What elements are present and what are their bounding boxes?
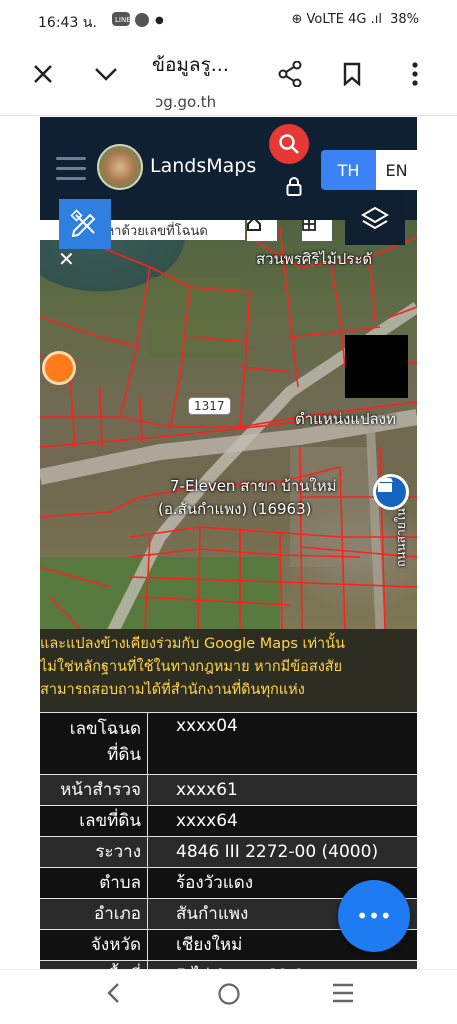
info-value: 4846 III 2272-00 (4000) bbox=[176, 842, 379, 862]
notice-line-2: ไม่ใช่หลักฐานที่ใช้ในทางกฎหมาย หากมีข้อส… bbox=[40, 659, 343, 675]
recents-icon bbox=[333, 983, 353, 1003]
map-grid-button[interactable] bbox=[302, 217, 332, 241]
kebab-menu-icon bbox=[412, 62, 418, 86]
status-bar: 16:43 น. LINE ● ⊕ VoLTE 4G .ıl 38% bbox=[0, 0, 457, 42]
layers-icon bbox=[361, 206, 389, 230]
map-label-position: ตำแหน่งแปลงท bbox=[295, 410, 396, 428]
status-time: 16:43 น. bbox=[38, 15, 97, 31]
map-label-711-line1: 7-Eleven สาขา บ้านใหม่ bbox=[170, 477, 337, 495]
info-key: อำเภอ bbox=[40, 899, 148, 929]
more-options-button[interactable] bbox=[399, 58, 431, 90]
map-label-park: สวนพรศิริไม้ประดั bbox=[256, 250, 373, 268]
expand-button[interactable] bbox=[90, 58, 122, 90]
page-title: ข้อมูลรู... bbox=[152, 54, 229, 76]
bookmark-button[interactable] bbox=[336, 58, 368, 90]
lang-th-button[interactable]: TH bbox=[321, 150, 376, 190]
lang-en-button[interactable]: EN bbox=[376, 150, 417, 190]
chevron-down-icon bbox=[95, 68, 117, 81]
redacted-area bbox=[345, 335, 408, 398]
line-app-icon: LINE bbox=[112, 12, 131, 29]
hamburger-menu-button[interactable] bbox=[56, 157, 86, 187]
shop-icon bbox=[377, 478, 393, 492]
map-label-711-line2: (อ.สันกำแพง) (16963) bbox=[158, 500, 312, 518]
browser-toolbar: ข้อมูลรู... ɔg.go.th bbox=[0, 42, 457, 116]
store-poi-marker[interactable] bbox=[373, 474, 409, 510]
info-row-area: เนื้อที่ 5 ไร่ 1 งาน 60.0 ตารางวา bbox=[40, 960, 417, 969]
messenger-icon bbox=[134, 12, 150, 31]
info-row-land-number: เลขที่ดิน xxxx64 bbox=[40, 805, 417, 836]
battery-level: 38% bbox=[390, 12, 419, 27]
notice-line-3: สามารถสอบถามได้ที่สำนักงานที่ดินทุกแห่ง bbox=[40, 682, 305, 698]
info-key: จังหวัด bbox=[40, 930, 148, 960]
nav-home-button[interactable] bbox=[217, 982, 241, 1012]
status-right: ⊕ VoLTE 4G .ıl 38% bbox=[292, 12, 419, 27]
search-button[interactable] bbox=[269, 124, 309, 164]
info-value: xxxx61 bbox=[176, 780, 238, 800]
brand-name: LandsMaps bbox=[150, 155, 257, 177]
notification-dot-icon: ● bbox=[155, 15, 164, 26]
signal-icons: ⊕ VoLTE 4G .ıl bbox=[291, 12, 382, 27]
home-circle-icon bbox=[218, 983, 240, 1005]
share-button[interactable] bbox=[274, 58, 306, 90]
info-key: เลขที่ดิน bbox=[40, 806, 148, 836]
language-switch: TH EN bbox=[321, 150, 417, 190]
info-value: เชียงใหม่ bbox=[176, 935, 243, 955]
draw-tool-button[interactable] bbox=[59, 199, 111, 249]
lock-button[interactable] bbox=[286, 177, 302, 201]
pencil-ruler-icon bbox=[70, 209, 96, 238]
map-home-button[interactable] bbox=[247, 217, 277, 241]
map-layers-button[interactable] bbox=[345, 193, 405, 245]
map-label-vertical: ถนนสายใน bbox=[394, 508, 408, 567]
info-row-map-sheet: ระวาง 4846 III 2272-00 (4000) bbox=[40, 836, 417, 867]
disclaimer-notice: และแปลงข้างเคียงร่วมกับ Google Maps เท่า… bbox=[40, 629, 417, 712]
info-value: xxxx64 bbox=[176, 811, 238, 831]
info-key: หน้าสำรวจ bbox=[40, 775, 148, 805]
site-logo bbox=[97, 144, 143, 190]
info-key-line1: เลขโฉนด bbox=[69, 719, 141, 739]
share-icon bbox=[278, 61, 302, 87]
back-chevron-icon bbox=[107, 983, 119, 1003]
info-row-deed: เลขโฉนด ที่ดิน xxxx04 bbox=[40, 712, 417, 774]
map-marker[interactable] bbox=[42, 351, 76, 385]
info-value: 5 ไร่ 1 งาน 60.0 ตารางวา bbox=[148, 961, 376, 969]
info-row-survey: หน้าสำรวจ xxxx61 bbox=[40, 774, 417, 805]
info-key: เลขโฉนด ที่ดิน bbox=[40, 713, 148, 774]
search-icon bbox=[279, 134, 299, 154]
info-key: ระวาง bbox=[40, 837, 148, 867]
web-content: ค้นหาด้วยเลขที่โฉนด สวนพรศิริไม้ประดั 13… bbox=[40, 117, 417, 969]
close-icon bbox=[34, 65, 52, 83]
info-key-line2: ที่ดิน bbox=[107, 745, 141, 765]
info-key: เนื้อที่ bbox=[40, 961, 148, 969]
close-tab-button[interactable] bbox=[27, 58, 59, 90]
info-value: xxxx04 bbox=[176, 716, 238, 736]
nav-recents-button[interactable] bbox=[331, 982, 355, 1010]
system-nav-bar bbox=[0, 969, 457, 1024]
bookmark-icon bbox=[343, 62, 361, 86]
more-actions-fab[interactable]: ••• bbox=[338, 880, 410, 952]
notice-line-1: และแปลงข้างเคียงร่วมกับ Google Maps เท่า… bbox=[40, 636, 345, 652]
page-url: ɔg.go.th bbox=[155, 93, 217, 111]
nav-back-button[interactable] bbox=[106, 982, 120, 1010]
lock-icon bbox=[286, 177, 302, 196]
info-value: สันกำแพง bbox=[176, 904, 249, 924]
road-number-badge: 1317 bbox=[188, 397, 231, 415]
info-value: ร้องวัวแดง bbox=[176, 873, 254, 893]
info-key: ตำบล bbox=[40, 868, 148, 898]
svg-text:LINE: LINE bbox=[115, 16, 130, 24]
close-draw-button[interactable]: ✕ bbox=[58, 247, 75, 271]
